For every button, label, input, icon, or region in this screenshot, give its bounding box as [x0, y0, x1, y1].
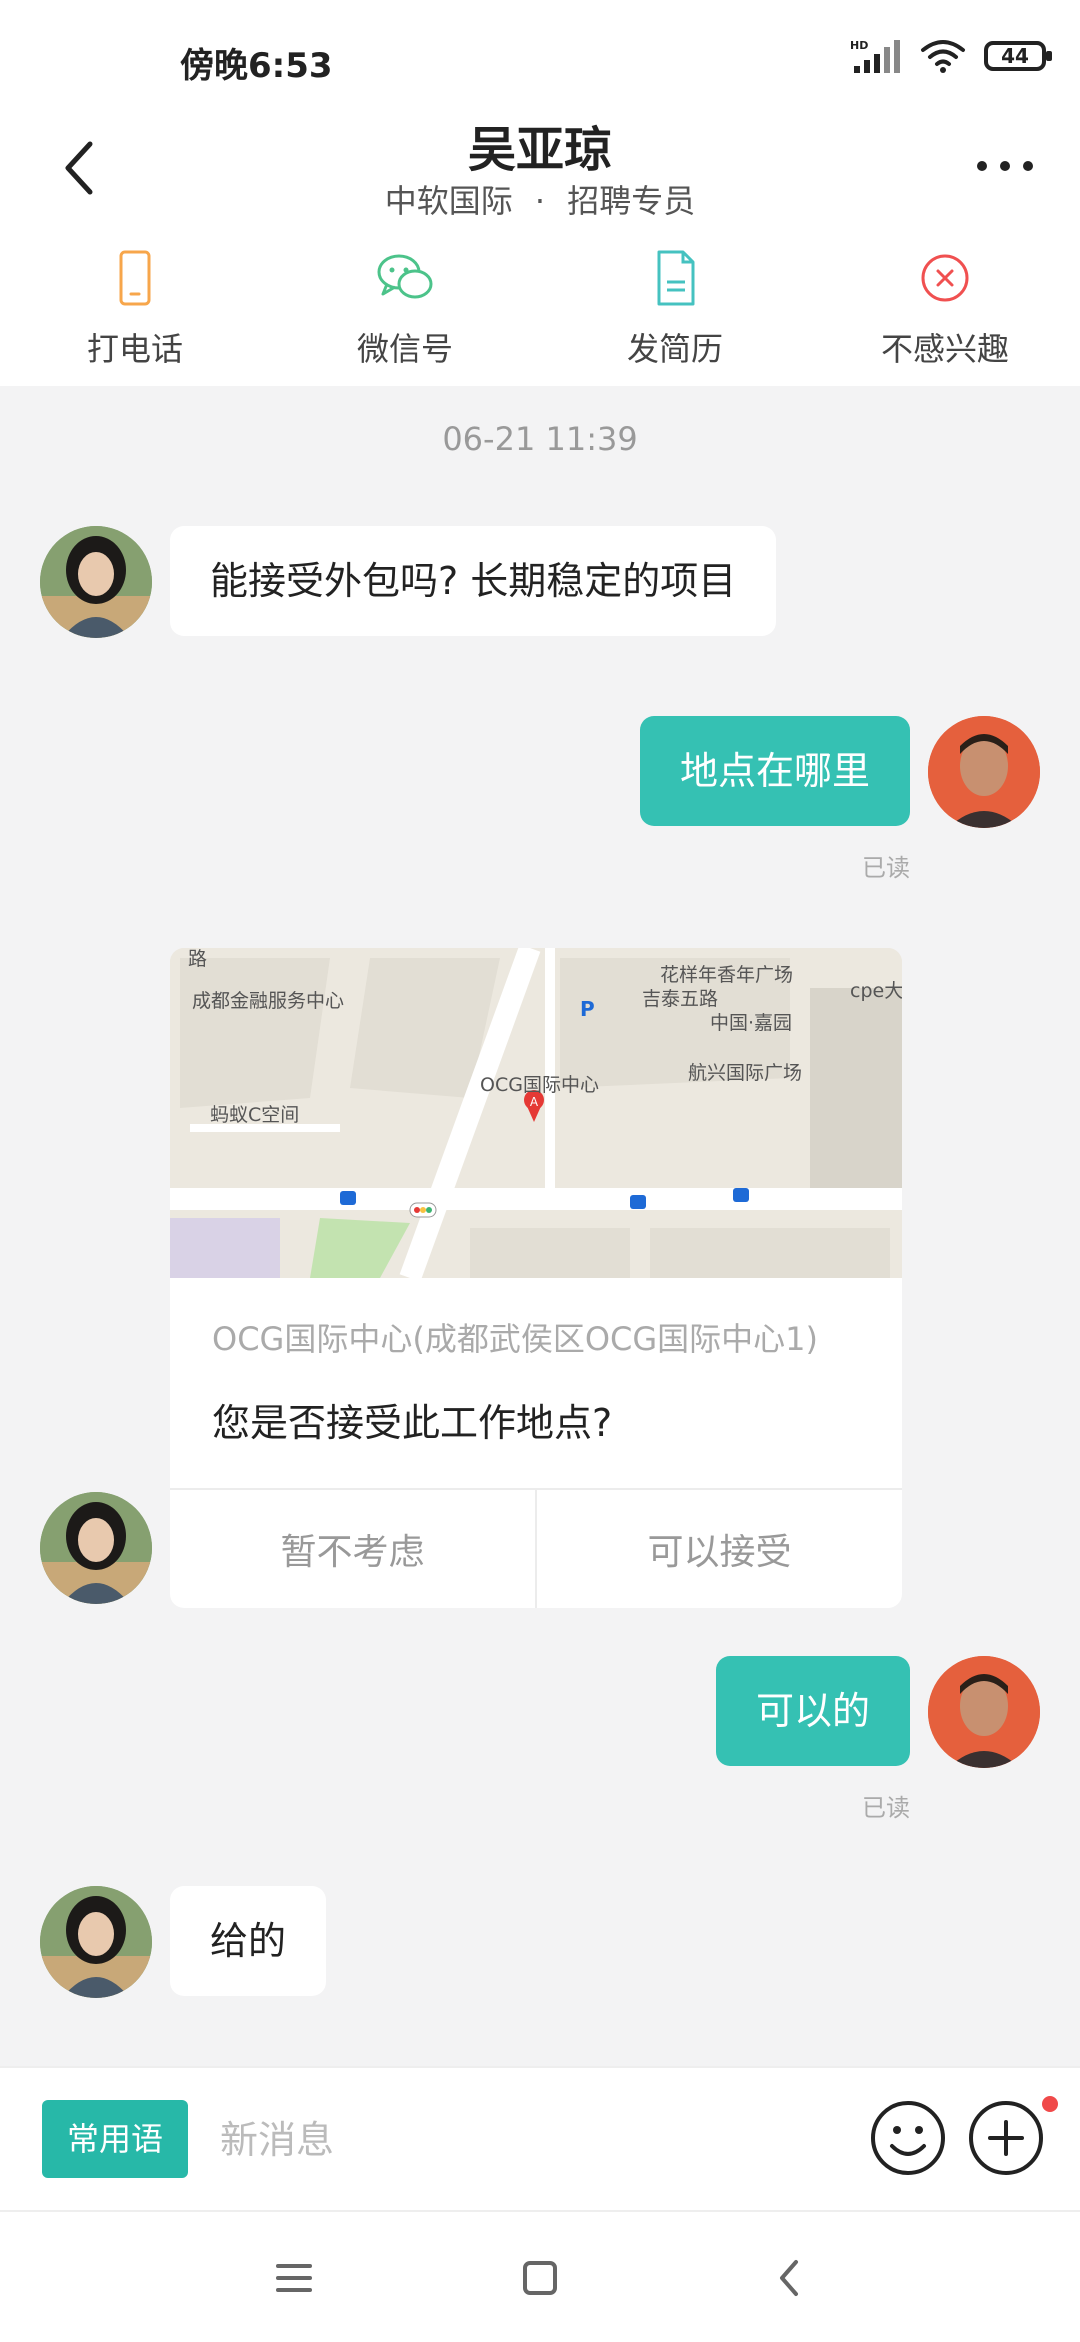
battery-level: 44	[1001, 44, 1029, 68]
menu-icon[interactable]	[264, 2248, 324, 2308]
recruiter-avatar-image	[40, 1492, 152, 1604]
recruiter-avatar[interactable]	[40, 1492, 152, 1604]
quick-actions: 打电话 微信号 发简历 不感兴趣	[0, 240, 1080, 386]
user-avatar-image	[928, 716, 1040, 828]
recruiter-avatar[interactable]	[40, 526, 152, 638]
chat-area[interactable]: 06-21 11:39 能接受外包吗? 长期稳定的项目 地点在哪里 已读 A P…	[0, 386, 1080, 2066]
home-icon[interactable]	[510, 2248, 570, 2308]
not-interested-label: 不感兴趣	[880, 330, 1009, 368]
location-card-actions: 暂不考虑 可以接受	[170, 1490, 902, 1608]
message-bubble[interactable]: 可以的	[715, 1656, 910, 1766]
map-label: OCG国际中心	[480, 1074, 599, 1096]
call-action[interactable]: 打电话	[0, 240, 270, 386]
location-address: OCG国际中心(成都武侯区OCG国际中心1)	[212, 1320, 818, 1358]
map-label: 航兴国际广场	[688, 1062, 803, 1084]
notification-dot	[1042, 2096, 1058, 2112]
location-card: A P 路 成都金融服务中心 花样年香年广场 吉泰五路 cpe大 中国·嘉园 O…	[170, 948, 902, 1608]
status-time: 傍晚6:53	[180, 46, 333, 86]
contact-name: 吴亚琼	[467, 122, 612, 178]
map-label: 成都金融服务中心	[192, 990, 345, 1012]
svg-text:A: A	[530, 1095, 539, 1109]
not-interested-icon	[921, 254, 969, 302]
signal-icon: HD	[850, 39, 900, 73]
chat-header: 吴亚琼 中软国际 · 招聘专员	[0, 110, 1080, 240]
not-interested-action[interactable]: 不感兴趣	[810, 240, 1080, 386]
wechat-label: 微信号	[356, 330, 453, 368]
quick-phrase-button[interactable]: 常用语	[42, 2100, 188, 2178]
map-label: 蚂蚁C空间	[210, 1104, 300, 1126]
chat-timestamp: 06-21 11:39	[442, 420, 638, 458]
location-map[interactable]: A P 路 成都金融服务中心 花样年香年广场 吉泰五路 cpe大 中国·嘉园 O…	[170, 948, 902, 1278]
contact-role: 招聘专员	[567, 182, 696, 220]
send-resume-label: 发简历	[626, 330, 723, 368]
hd-label: HD	[850, 39, 868, 52]
svg-text:P: P	[580, 997, 595, 1021]
user-avatar-image	[928, 1656, 1040, 1768]
read-status: 已读	[862, 854, 910, 882]
more-options-button[interactable]	[970, 154, 1040, 178]
contact-subtitle: 中软国际 · 招聘专员	[0, 176, 1080, 222]
read-status: 已读	[862, 1794, 910, 1822]
recruiter-avatar[interactable]	[40, 1886, 152, 1998]
resume-icon	[657, 250, 695, 306]
wechat-icon	[377, 254, 433, 299]
send-resume-action[interactable]: 发简历	[540, 240, 810, 386]
call-label: 打电话	[86, 330, 183, 368]
message-input-bar: 常用语	[0, 2066, 1080, 2212]
subtitle-separator: ·	[534, 182, 546, 220]
map-label: 路	[188, 948, 208, 970]
user-avatar[interactable]	[928, 1656, 1040, 1768]
location-question: 您是否接受此工作地点?	[212, 1401, 613, 1445]
contact-company: 中软国际	[384, 182, 513, 220]
map-label: 吉泰五路	[642, 988, 719, 1010]
map-label: cpe大	[850, 980, 902, 1002]
wifi-icon	[921, 40, 965, 73]
map-label: 中国·嘉园	[710, 1012, 793, 1034]
recruiter-avatar-image	[40, 1886, 152, 1998]
message-input[interactable]	[218, 2100, 842, 2180]
wechat-action[interactable]: 微信号	[270, 240, 540, 386]
status-bar: 傍晚6:53 HD 44	[0, 0, 1080, 110]
status-icons: HD 44	[850, 38, 1052, 74]
phone-icon	[119, 250, 151, 306]
user-avatar[interactable]	[928, 716, 1040, 828]
plus-icon[interactable]	[966, 2098, 1046, 2178]
message-bubble[interactable]: 能接受外包吗? 长期稳定的项目	[170, 526, 777, 636]
emoji-icon[interactable]	[868, 2098, 948, 2178]
system-nav-bar	[0, 2210, 1080, 2342]
map-label: 花样年香年广场	[660, 964, 794, 986]
battery-icon: 44	[984, 41, 1052, 71]
reject-location-button[interactable]: 暂不考虑	[170, 1490, 535, 1608]
back-nav-icon[interactable]	[760, 2248, 820, 2308]
accept-location-button[interactable]: 可以接受	[535, 1490, 902, 1608]
message-bubble[interactable]: 给的	[170, 1886, 327, 1996]
message-bubble[interactable]: 地点在哪里	[639, 716, 910, 826]
recruiter-avatar-image	[40, 526, 152, 638]
